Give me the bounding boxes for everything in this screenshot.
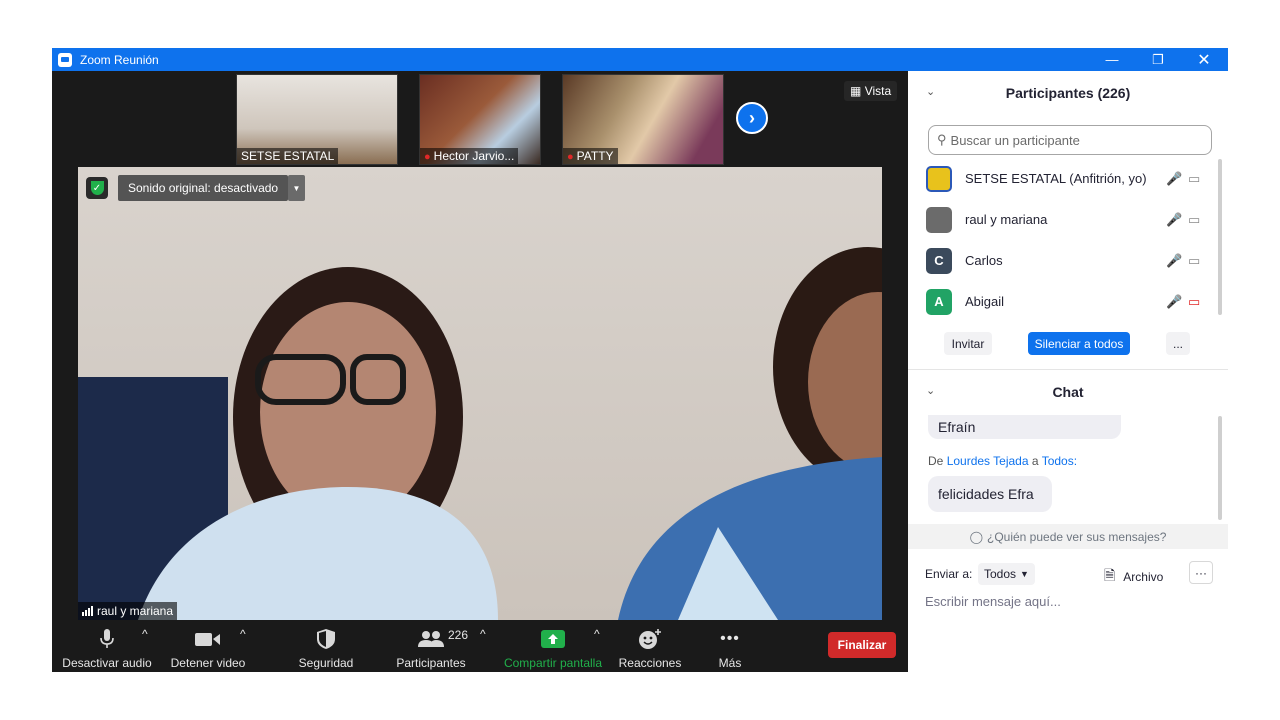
collapse-chevron-icon[interactable]: ⌄ (926, 85, 935, 98)
chat-message-input[interactable]: Escribir mensaje aquí... (925, 594, 1061, 609)
file-icon: 🗎 (1104, 567, 1116, 583)
participants-icon (418, 631, 444, 647)
speaker-name-label: raul y mariana (78, 602, 178, 620)
participants-more-button[interactable]: ... (1166, 332, 1190, 355)
avatar: C (926, 247, 952, 274)
view-button[interactable]: ▦ Vista (844, 81, 898, 101)
gallery-thumb[interactable]: ● Hector Jarvio... (419, 74, 541, 165)
original-sound-dropdown[interactable]: ▼ (288, 175, 305, 201)
signal-strength-icon (82, 606, 93, 616)
encryption-shield-icon[interactable] (86, 177, 108, 199)
chevron-right-icon: › (749, 107, 755, 128)
participants-count: 226 (448, 628, 469, 642)
video-camera-icon[interactable]: ▭ (1188, 253, 1200, 269)
security-button[interactable]: Seguridad (292, 627, 360, 670)
person-lock-icon: ◯ (969, 529, 983, 544)
gallery-thumb[interactable]: ● PATTY (562, 74, 724, 165)
collapse-chevron-icon[interactable]: ⌄ (926, 384, 935, 397)
chat-header: ⌄ Chat (926, 384, 1084, 400)
video-options-caret[interactable]: ^ (240, 627, 246, 641)
participants-button[interactable]: 226 Participantes (392, 627, 470, 670)
video-camera-off-icon[interactable]: ▭ (1188, 294, 1200, 310)
side-panel: ⌄ Participantes (226) ⚲ Buscar un partic… (908, 71, 1228, 672)
share-screen-icon (541, 630, 565, 648)
zoom-logo-icon (58, 52, 72, 67)
invite-button[interactable]: Invitar (944, 332, 992, 355)
microphone-icon[interactable]: 🎤 (1166, 212, 1182, 228)
zoom-window: Zoom Reunión — ❐ ✕ SETSE ESTATAL ● Hector… (52, 48, 1228, 672)
video-camera-icon[interactable]: ▭ (1188, 171, 1200, 187)
mic-muted-icon: ● (424, 151, 431, 163)
search-icon: ⚲ (937, 132, 947, 147)
chat-more-button[interactable]: ··· (1189, 561, 1213, 584)
participant-row[interactable]: raul y mariana 🎤 ▭ (908, 199, 1228, 240)
reactions-button[interactable]: Reacciones (616, 627, 684, 670)
gallery-thumb[interactable]: SETSE ESTATAL (236, 74, 398, 165)
send-to-dropdown[interactable]: Todos ▼ (978, 563, 1035, 585)
next-page-button[interactable]: › (736, 102, 768, 134)
stop-video-button[interactable]: Detener video (168, 627, 248, 670)
video-stage: SETSE ESTATAL ● Hector Jarvio... ● PATTY ›… (52, 71, 908, 672)
mic-muted-icon: ● (567, 151, 574, 163)
participant-row[interactable]: SETSE ESTATAL (Anfitrión, yo) 🎤 ▭ (908, 158, 1228, 199)
original-sound-toggle[interactable]: Sonido original: desactivado (118, 175, 289, 201)
avatar: A (926, 288, 952, 315)
speaker-video-frame (78, 247, 882, 620)
chat-message-bubble: Efraín (928, 415, 1121, 439)
participant-search-input[interactable]: ⚲ Buscar un participante (928, 125, 1212, 155)
thumb-name: SETSE ESTATAL (237, 148, 339, 164)
chat-message-bubble: felicidades Efra (928, 476, 1052, 512)
chevron-down-icon: ▼ (1020, 569, 1029, 579)
microphone-muted-icon[interactable]: 🎤 (1166, 294, 1182, 310)
share-options-caret[interactable]: ^ (594, 627, 600, 641)
reactions-icon (639, 629, 661, 649)
participants-scrollbar[interactable] (1218, 159, 1222, 315)
mute-audio-button[interactable]: Desactivar audio (62, 627, 152, 670)
avatar (926, 206, 952, 233)
close-button[interactable]: ✕ (1181, 48, 1227, 71)
restore-button[interactable]: ❐ (1135, 48, 1181, 71)
window-title: Zoom Reunión (80, 52, 159, 67)
thumb-name: ● PATTY (563, 148, 618, 164)
microphone-icon (100, 629, 114, 648)
share-screen-button[interactable]: Compartir pantalla (500, 627, 606, 670)
participant-row[interactable]: A Abigail 🎤 ▭ (908, 281, 1228, 322)
minimize-button[interactable]: — (1089, 48, 1135, 71)
participants-options-caret[interactable]: ^ (480, 627, 486, 641)
more-dots-icon: ••• (720, 630, 740, 647)
participant-row[interactable]: C Carlos 🎤 ▭ (908, 240, 1228, 281)
title-bar: Zoom Reunión — ❐ ✕ (52, 48, 1228, 71)
microphone-icon[interactable]: 🎤 (1166, 253, 1182, 269)
main-video[interactable]: Sonido original: desactivado ▼ raul y ma… (78, 167, 882, 620)
video-camera-icon[interactable]: ▭ (1188, 212, 1200, 228)
thumb-name: ● Hector Jarvio... (420, 148, 519, 164)
chat-scrollbar[interactable] (1218, 416, 1222, 520)
more-button[interactable]: ••• Más (708, 627, 752, 670)
file-button[interactable]: 🗎 Archivo (1104, 565, 1163, 589)
participants-header: ⌄ Participantes (226) (926, 85, 1131, 101)
meeting-toolbar: Desactivar audio ^ Detener video ^ Segur… (52, 621, 908, 672)
who-can-see-messages-link[interactable]: ◯ ¿Quién puede ver sus mensajes? (908, 524, 1228, 549)
chat-message-sender: De Lourdes Tejada a Todos: (928, 454, 1078, 468)
security-shield-icon (317, 629, 335, 649)
video-camera-icon (195, 633, 220, 646)
chevron-down-icon: ▼ (292, 183, 301, 193)
avatar (926, 165, 952, 192)
send-to-label: Enviar a: (925, 567, 973, 581)
audio-options-caret[interactable]: ^ (142, 627, 148, 641)
grid-icon: ▦ (850, 84, 862, 98)
mute-all-button[interactable]: Silenciar a todos (1028, 332, 1130, 355)
microphone-icon[interactable]: 🎤 (1166, 171, 1182, 187)
end-meeting-button[interactable]: Finalizar (828, 632, 896, 658)
